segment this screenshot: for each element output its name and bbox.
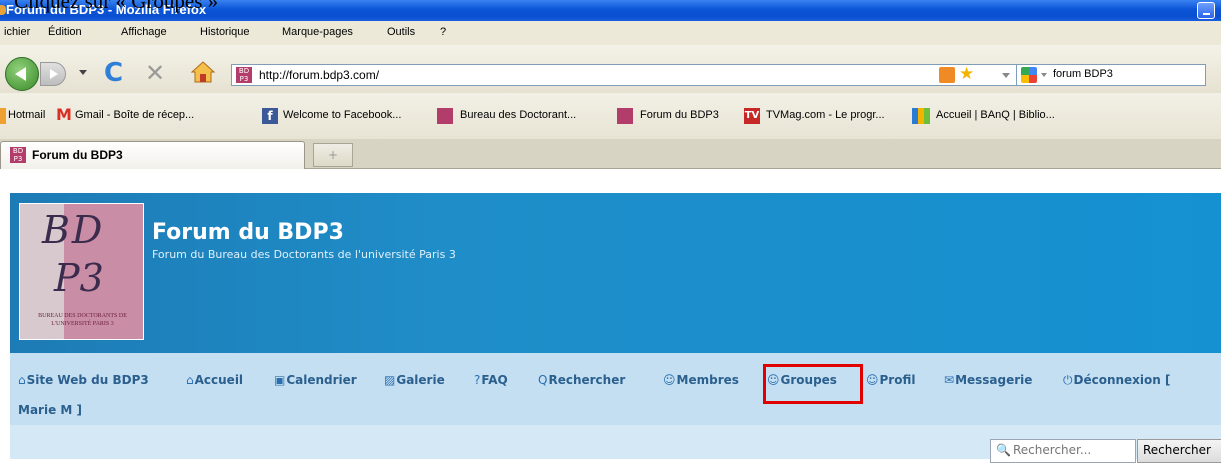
menu-bar: ichier Édition Affichage Historique Marq… <box>0 21 1221 45</box>
bookmark-star-icon[interactable]: ★ <box>959 64 974 84</box>
calendar-icon: ▣ <box>274 373 286 387</box>
nav-calendrier[interactable]: ▣Calendrier <box>274 373 357 387</box>
bookmark-forum[interactable]: Forum du BDP3 <box>640 109 719 121</box>
stop-icon[interactable]: ✕ <box>145 59 165 87</box>
gallery-icon: ▨ <box>384 373 396 387</box>
nav-username[interactable]: Marie M ] <box>18 403 82 417</box>
bookmark-hotmail[interactable]: Hotmail <box>8 109 45 121</box>
forum-search-button[interactable]: Rechercher <box>1137 439 1221 463</box>
nav-label: Accueil <box>194 373 244 387</box>
menu-help[interactable]: ? <box>440 26 446 38</box>
nav-label: Marie M ] <box>18 403 82 417</box>
minimize-button[interactable] <box>1197 2 1215 19</box>
banq-icon <box>912 108 930 124</box>
nav-label: Galerie <box>396 373 445 387</box>
bookmark-bureau[interactable]: Bureau des Doctorant... <box>460 109 576 121</box>
groupes-highlight-box <box>763 364 863 404</box>
logo-caption: BUREAU DES DOCTORANTS DE L'UNIVERSITÉ PA… <box>38 313 127 327</box>
bdp3-icon <box>437 108 453 124</box>
bookmark-gmail[interactable]: Gmail - Boîte de récep... <box>75 109 194 121</box>
menu-historique[interactable]: Historique <box>200 26 250 38</box>
url-dropdown-icon[interactable] <box>1002 73 1010 78</box>
hotmail-icon <box>0 108 6 124</box>
nav-label: Site Web du BDP3 <box>26 373 149 387</box>
reload-icon[interactable]: C <box>104 59 123 87</box>
tab-strip: BD P3 Forum du BDP3 + <box>0 139 1221 169</box>
bdp3-icon <box>617 108 633 124</box>
nav-accueil[interactable]: ⌂Accueil <box>186 373 243 387</box>
bookmarks-bar: Hotmail M Gmail - Boîte de récep... f We… <box>0 93 1221 139</box>
back-button[interactable] <box>5 57 39 91</box>
divider <box>1016 65 1017 85</box>
tab-forum-bdp3[interactable]: BD P3 Forum du BDP3 <box>0 141 305 169</box>
nav-rechercher[interactable]: QRechercher <box>538 373 625 387</box>
nav-site-web[interactable]: ⌂Site Web du BDP3 <box>18 373 149 387</box>
power-icon: ⏻ <box>1063 373 1073 387</box>
gmail-icon: M <box>56 105 72 124</box>
forward-button[interactable] <box>40 62 66 86</box>
menu-marque-pages[interactable]: Marque-pages <box>282 26 353 38</box>
home-icon[interactable] <box>190 59 216 85</box>
navigation-toolbar: C ✕ BD P3 http://forum.bdp3.com/ ★ forum … <box>0 45 1221 93</box>
bdp3-favicon-icon: BD P3 <box>10 147 26 163</box>
bookmark-facebook[interactable]: Welcome to Facebook... <box>283 109 401 121</box>
search-icon: Q <box>538 373 548 387</box>
logo-text-p3: P3 <box>54 256 104 300</box>
nav-label: Rechercher <box>548 373 626 387</box>
facebook-icon: f <box>262 108 278 124</box>
instruction-caption: Cliquez sur « Groupes » <box>14 0 219 13</box>
history-dropdown-icon[interactable] <box>79 70 87 75</box>
forum-search-input[interactable] <box>1013 443 1133 457</box>
site-title[interactable]: Forum du BDP3 <box>152 220 344 245</box>
menu-outils[interactable]: Outils <box>387 26 415 38</box>
forum-search-field[interactable]: 🔍 <box>990 439 1136 463</box>
profile-icon: ☺ <box>866 373 879 387</box>
faq-icon: ? <box>474 373 481 387</box>
search-icon: 🔍 <box>996 443 1011 457</box>
nav-label: FAQ <box>481 373 508 387</box>
home-icon: ⌂ <box>186 373 194 387</box>
nav-faq[interactable]: ?FAQ <box>474 373 508 387</box>
menu-fichier[interactable]: ichier <box>4 26 30 38</box>
new-tab-button[interactable]: + <box>313 143 353 167</box>
nav-membres[interactable]: ☺Membres <box>663 373 739 387</box>
nav-label: Messagerie <box>955 373 1033 387</box>
nav-deconnexion[interactable]: ⏻Déconnexion [ <box>1063 373 1170 388</box>
google-icon[interactable] <box>1021 67 1037 83</box>
site-description: Forum du Bureau des Doctorants de l'univ… <box>152 248 456 261</box>
nav-profil[interactable]: ☺Profil <box>866 373 915 387</box>
site-logo[interactable]: BD P3 BUREAU DES DOCTORANTS DE L'UNIVERS… <box>19 203 144 340</box>
url-text[interactable]: http://forum.bdp3.com/ <box>259 68 379 82</box>
nav-label: Calendrier <box>286 373 357 387</box>
search-bar-text[interactable]: forum BDP3 <box>1053 68 1113 80</box>
mail-icon: ✉ <box>944 373 955 387</box>
nav-label: Déconnexion [ <box>1073 373 1171 387</box>
tvmag-icon: TV <box>744 108 760 124</box>
home-icon: ⌂ <box>18 373 26 387</box>
rss-icon[interactable] <box>939 67 955 83</box>
menu-edition[interactable]: Édition <box>48 26 82 38</box>
tab-label: Forum du BDP3 <box>32 148 123 162</box>
nav-label: Profil <box>879 373 916 387</box>
bookmark-tvmag[interactable]: TVMag.com - Le progr... <box>766 109 885 121</box>
menu-affichage[interactable]: Affichage <box>121 26 167 38</box>
nav-messagerie[interactable]: ✉Messagerie <box>944 373 1032 387</box>
bdp3-favicon-icon: BD P3 <box>236 67 252 83</box>
logo-text-bd: BD <box>42 208 105 252</box>
nav-label: Membres <box>676 373 739 387</box>
url-bar[interactable]: BD P3 http://forum.bdp3.com/ ★ forum BDP3 <box>231 64 1206 86</box>
nav-galerie[interactable]: ▨Galerie <box>384 373 445 387</box>
forum-nav-bar <box>10 353 1221 425</box>
search-engine-dropdown-icon[interactable] <box>1041 73 1047 77</box>
forum-banner: BD P3 BUREAU DES DOCTORANTS DE L'UNIVERS… <box>10 193 1221 353</box>
bookmark-banq[interactable]: Accueil | BAnQ | Biblio... <box>936 109 1055 121</box>
user-icon: ☺ <box>663 373 676 387</box>
